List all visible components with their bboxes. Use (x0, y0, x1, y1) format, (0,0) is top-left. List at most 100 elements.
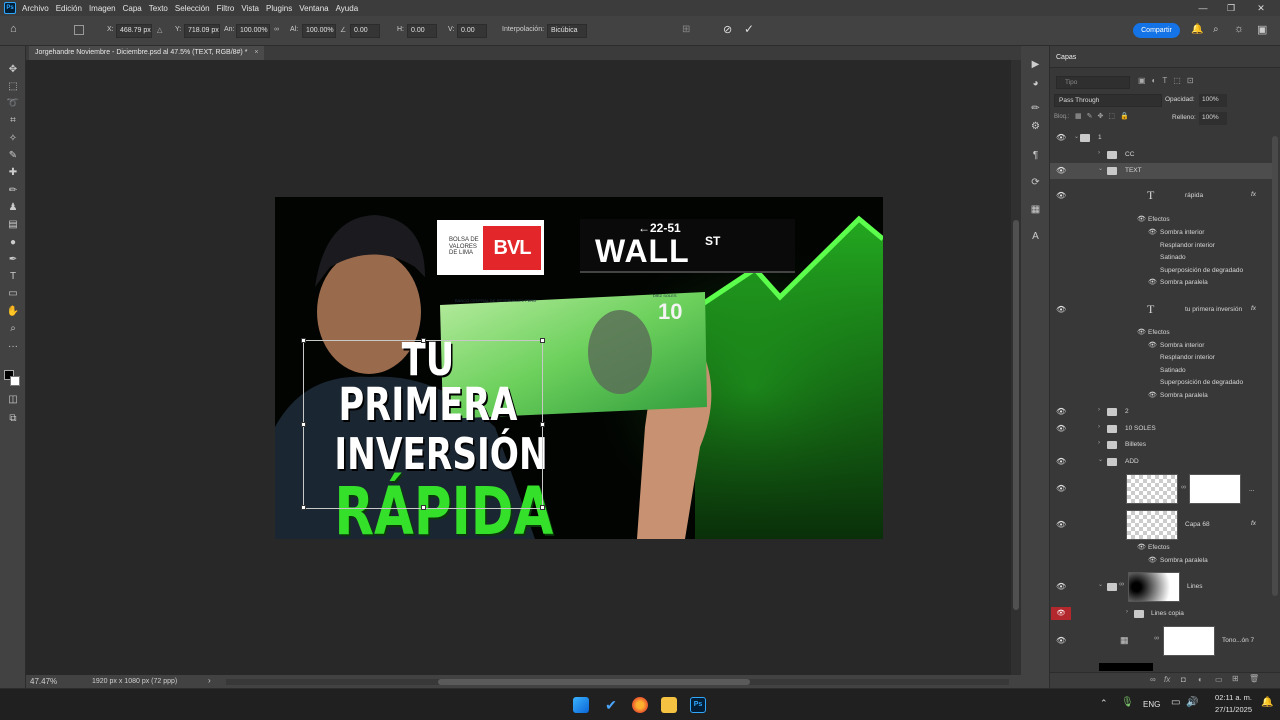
layer-add-smart-object[interactable]: 👁 ∞ ... (1050, 472, 1272, 506)
eye-icon[interactable]: 👁 (1056, 166, 1066, 176)
firefox-icon[interactable] (632, 697, 648, 713)
dodge-tool-icon[interactable]: ● (6, 237, 20, 249)
magic-wand-icon[interactable]: ✧ (6, 133, 20, 145)
adjustments-icon[interactable]: ⚙ (1029, 120, 1042, 133)
status-menu-arrow[interactable]: › (208, 676, 211, 685)
chain-link-icon[interactable]: ∞ (1181, 484, 1186, 491)
effects-row[interactable]: 👁 Efectos (1050, 328, 1272, 340)
effects-row[interactable]: 👁 Efectos (1050, 215, 1272, 227)
file-explorer-icon[interactable] (661, 697, 677, 713)
search-icon[interactable]: ⌕ (1213, 24, 1219, 35)
chevron-down-icon[interactable]: ⌄ (1098, 456, 1103, 463)
layer-group-1[interactable]: 👁 ⌄ 1 (1050, 130, 1272, 147)
menu-ayuda[interactable]: Ayuda (336, 4, 359, 13)
stamp-tool-icon[interactable]: ♟ (6, 202, 20, 214)
zoom-tool-icon[interactable]: ⌕ (6, 323, 20, 335)
eye-icon[interactable]: 👁 (1137, 215, 1146, 223)
volume-icon[interactable]: 🔊 (1186, 697, 1198, 708)
effect-item[interactable]: 👁 Sombra interior (1050, 228, 1272, 240)
pen-tool-icon[interactable]: ✒ (6, 254, 20, 266)
todo-check-icon[interactable]: ✔ (603, 697, 619, 713)
chevron-right-icon[interactable]: › (1098, 407, 1100, 413)
width-field[interactable]: 100.00% (236, 24, 270, 38)
effect-item[interactable]: Satinado (1050, 366, 1272, 378)
glyphs-icon[interactable]: ⟳ (1029, 176, 1042, 189)
menu-archivo[interactable]: Archivo (22, 4, 49, 13)
marquee-tool-icon[interactable]: ⬚ (6, 81, 20, 93)
fx-icon[interactable]: fx (1251, 191, 1256, 198)
effect-item[interactable]: 👁 Sombra interior (1050, 341, 1272, 353)
effect-item[interactable]: 👁 Sombra paralela (1050, 556, 1272, 568)
effect-item[interactable]: 👁 Sombra paralela (1050, 391, 1272, 403)
menu-texto[interactable]: Texto (149, 4, 168, 13)
document-canvas[interactable]: BOLSA DE VALORES DE LIMA BVL ←22-51 WALL… (275, 197, 883, 539)
lightbulb-icon[interactable]: ☼ (1234, 23, 1244, 35)
eye-icon[interactable]: 👁 (1148, 278, 1157, 286)
eye-icon[interactable]: 👁 (1056, 582, 1066, 592)
quick-mask-icon[interactable]: ◫ (6, 394, 20, 406)
photoshop-app-icon[interactable]: Ps (4, 2, 16, 14)
crop-tool-icon[interactable]: ⌗ (6, 115, 20, 127)
layer-group-lines-copia[interactable]: 👁 › Lines copia (1050, 606, 1272, 622)
home-icon[interactable]: ⌂ (10, 23, 24, 37)
layer-tu-primera[interactable]: 👁 T tu primera inversión fx (1050, 294, 1272, 324)
vertical-scroll-thumb[interactable] (1013, 220, 1019, 610)
eye-icon[interactable]: 👁 (1148, 391, 1157, 399)
effect-item[interactable]: Satinado (1050, 253, 1272, 265)
photoshop-taskbar-icon[interactable]: Ps (690, 697, 706, 713)
layer-group-text-selected[interactable]: 👁 ⌄ TEXT (1050, 163, 1272, 179)
chain-link-icon[interactable]: ∞ (1119, 581, 1124, 588)
eye-icon-red[interactable]: 👁 (1051, 607, 1071, 620)
hand-tool-icon[interactable]: ✋ (6, 306, 20, 318)
eye-icon[interactable]: 👁 (1056, 424, 1066, 434)
chevron-right-icon[interactable]: › (1098, 424, 1100, 430)
chevron-right-icon[interactable]: › (1098, 440, 1100, 446)
transform-handle[interactable] (301, 422, 306, 427)
network-icon[interactable]: ▭ (1171, 697, 1180, 708)
eye-icon[interactable]: 👁 (1056, 457, 1066, 467)
notification-bell-icon[interactable]: 🔔 (1261, 697, 1273, 708)
transform-handle[interactable] (421, 505, 426, 510)
layer-group-add[interactable]: 👁 ⌄ ADD (1050, 454, 1272, 470)
lock-icons[interactable]: ▦✎✥⬚🔒 (1075, 112, 1134, 120)
bell-icon[interactable]: 🔔 (1191, 24, 1203, 35)
close-window-button[interactable]: ✕ (1248, 0, 1274, 16)
add-mask-icon[interactable]: ◘ (1181, 675, 1186, 684)
interpolation-select[interactable]: Bicúbica (547, 24, 587, 38)
height-field[interactable]: 100.00% (302, 24, 336, 38)
transform-bounding-box[interactable] (301, 338, 545, 510)
chevron-down-icon[interactable]: ⌄ (1098, 165, 1103, 172)
play-icon[interactable]: ▶ (1029, 58, 1042, 71)
fx-icon[interactable]: fx (1251, 305, 1256, 312)
add-style-icon[interactable]: fx (1164, 675, 1170, 684)
eye-icon[interactable]: 👁 (1056, 407, 1066, 417)
horizontal-scroll-thumb[interactable] (438, 679, 750, 685)
layer-mask-thumbnail[interactable] (1163, 626, 1215, 656)
brush-settings-icon[interactable]: ✏ (1029, 102, 1042, 115)
layer-capa-68[interactable]: 👁 Capa 68 fx (1050, 508, 1272, 542)
move-tool-icon[interactable]: ✥ (6, 64, 20, 76)
language-indicator[interactable]: ENG (1143, 700, 1160, 709)
menu-capa[interactable]: Capa (123, 4, 142, 13)
layer-group-10-soles[interactable]: 👁 › 10 SOLES (1050, 421, 1272, 437)
layer-group-2[interactable]: 👁 › 2 (1050, 404, 1272, 420)
x-position-field[interactable]: 468.79 px (116, 24, 152, 38)
eye-icon[interactable]: 👁 (1137, 328, 1146, 336)
warp-icon[interactable]: ⊞ (682, 24, 690, 35)
chevron-right-icon[interactable]: › (1126, 609, 1128, 615)
new-group-icon[interactable]: ▭ (1215, 675, 1223, 684)
clock-date[interactable]: 27/11/2025 (1208, 705, 1252, 714)
link-icon[interactable]: ∞ (274, 26, 279, 33)
effects-row[interactable]: 👁 Efectos (1050, 543, 1272, 555)
transform-handle[interactable] (540, 422, 545, 427)
eye-icon[interactable]: 👁 (1056, 305, 1066, 315)
type-tool-icon[interactable]: T (6, 271, 20, 283)
blend-mode-select[interactable]: Pass Through (1054, 94, 1162, 107)
eye-icon[interactable]: 👁 (1056, 636, 1066, 646)
fill-field[interactable]: 100% (1199, 112, 1227, 125)
layer-filter-icons[interactable]: ▣◐T⬚⊡ (1138, 76, 1200, 85)
adjustment-icon[interactable]: ◐ (1198, 675, 1203, 684)
trash-icon[interactable]: 🗑 (1249, 674, 1259, 683)
microphone-icon[interactable]: 🎙 (1121, 697, 1134, 708)
transform-handle[interactable] (301, 338, 306, 343)
